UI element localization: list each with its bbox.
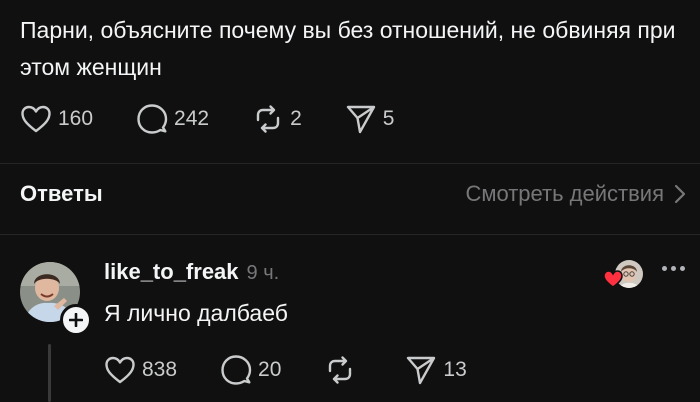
thread-line [48,344,51,402]
liked-heart-icon [603,270,623,288]
view-activity-label: Смотреть действия [465,181,664,206]
reply-username[interactable]: like_to_freak [104,259,239,285]
follow-plus-button[interactable] [60,304,92,336]
repost-icon [256,105,280,133]
send-icon [407,356,436,385]
post-share-button[interactable]: 5 [345,103,395,135]
reply-like-button[interactable]: 838 [104,355,177,385]
reply-like-count: 838 [142,358,178,381]
liked-by-author [603,260,643,290]
post-like-count: 160 [58,107,94,130]
reply-time: 9 ч. [246,262,280,284]
reply-share-count: 13 [443,358,467,381]
more-dots-icon [671,266,676,271]
replies-header: Ответы Смотреть действия [20,181,686,207]
heart-icon [105,356,135,384]
reply-meta: like_to_freak 9 ч. [104,259,279,285]
plus-icon [69,313,83,327]
post-comment-count: 242 [174,107,210,130]
divider-top [0,163,700,164]
reply-repost-button[interactable] [324,354,362,386]
more-dots-icon [680,266,685,271]
more-options-button[interactable] [662,266,685,271]
more-dots-icon [662,266,667,271]
post-repost-button[interactable]: 2 [252,103,302,135]
post-share-count: 5 [382,107,395,130]
comment-bubble-icon [221,355,252,385]
reply-avatar-wrap [20,262,92,336]
reply-share-button[interactable]: 13 [405,354,467,386]
view-activity-link[interactable]: Смотреть действия [465,181,686,207]
chevron-right-icon [674,184,686,204]
divider-bottom [0,234,700,235]
replies-title: Ответы [20,181,103,206]
reply-comment-button[interactable]: 20 [220,354,281,386]
repost-icon [329,356,352,384]
send-icon [346,105,375,134]
reply-actions: 838 20 13 [104,352,467,388]
post-like-button[interactable]: 160 [20,104,93,134]
post-comment-button[interactable]: 242 [136,103,209,135]
reply-comment-count: 20 [258,358,282,381]
reply-text: Я лично далбаеб [104,300,288,326]
heart-icon [21,105,51,133]
comment-bubble-icon [137,104,168,134]
post-actions: 160 242 2 5 [20,101,394,137]
post-text: Парни, объясните почему вы без отношений… [20,17,676,80]
post-repost-count: 2 [290,107,302,130]
